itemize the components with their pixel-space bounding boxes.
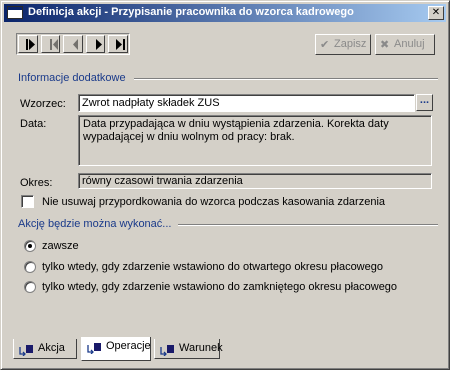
tab-operations-label: Operacje (106, 340, 151, 352)
toolbar: ✔ Zapisz ✖ Anuluj (5, 31, 445, 61)
execution-section-title: Akcję będzie można wykonać... (18, 218, 172, 230)
first-icon (26, 39, 35, 50)
radio-open-period[interactable] (24, 261, 36, 273)
divider (134, 78, 438, 80)
radio-closed-period[interactable] (24, 281, 36, 293)
cancel-button[interactable]: ✖ Anuluj (375, 34, 435, 55)
tab-condition[interactable]: Warunek (154, 339, 223, 359)
keep-assignment-checkbox[interactable] (21, 195, 34, 208)
option-always-label: zawsze (42, 240, 79, 252)
tab-action[interactable]: Akcja (13, 339, 77, 359)
previous-icon (49, 39, 58, 50)
period-label: Okres: (20, 177, 53, 189)
radio-always[interactable] (24, 240, 36, 252)
previous-page-button[interactable] (63, 35, 83, 53)
previous-icon (73, 39, 79, 50)
option-open-period-label: tylko wtedy, gdy zdarzenie wstawiono do … (42, 261, 383, 273)
tab-condition-label: Warunek (179, 342, 223, 354)
divider (178, 224, 438, 226)
details-panel: Informacje dodatkowe Wzorzec: Zwrot nadp… (12, 67, 438, 335)
operations-icon (87, 343, 101, 354)
template-label: Wzorzec: (20, 98, 66, 110)
window-icon (7, 6, 23, 19)
title-bar[interactable]: Definicja akcji - Przypisanie pracownika… (4, 4, 446, 22)
tab-action-label: Akcja (38, 342, 65, 354)
option-closed-period-label: tylko wtedy, gdy zdarzenie wstawiono do … (42, 281, 398, 293)
condition-icon (160, 345, 174, 356)
last-icon (116, 39, 126, 50)
close-button[interactable]: ✕ (428, 6, 444, 20)
tab-operations[interactable]: Operacje (81, 337, 151, 361)
next-record-button[interactable] (85, 35, 106, 53)
checkmark-icon: ✔ (320, 39, 330, 51)
action-icon (19, 345, 33, 356)
info-section-title: Informacje dodatkowe (18, 72, 126, 84)
last-record-button[interactable] (108, 35, 128, 53)
cross-icon: ✖ (380, 39, 390, 51)
save-button[interactable]: ✔ Zapisz (315, 34, 371, 55)
next-icon (95, 39, 102, 50)
cancel-label: Anuluj (394, 38, 425, 50)
dialog-window: Definicja akcji - Przypisanie pracownika… (0, 0, 450, 370)
date-field[interactable]: Data przypadająca w dniu wystąpienia zda… (78, 115, 432, 166)
keep-assignment-label: Nie usuwaj przypordkowania do wzorca pod… (42, 196, 386, 208)
date-label: Data: (20, 118, 47, 130)
window-title: Definicja akcji - Przypisanie pracownika… (28, 6, 354, 18)
template-field[interactable]: Zwrot nadpłaty składek ZUS (78, 94, 415, 112)
template-browse-button[interactable]: ... (416, 94, 433, 111)
save-label: Zapisz (334, 38, 367, 50)
record-navigation (16, 33, 130, 55)
previous-record-button[interactable] (40, 35, 61, 53)
first-record-button[interactable] (18, 35, 38, 53)
period-field[interactable]: równy czasowi trwania zdarzenia (78, 173, 432, 189)
